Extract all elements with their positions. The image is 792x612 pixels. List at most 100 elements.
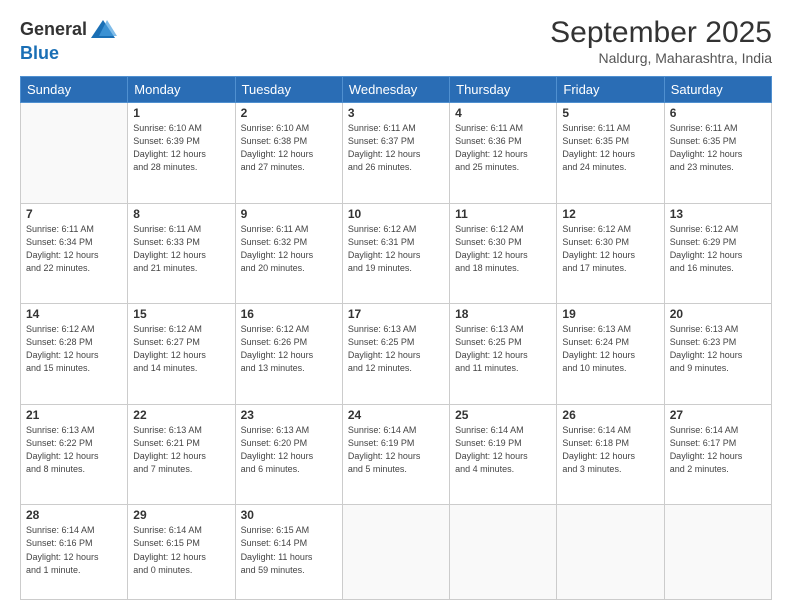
week-row-3: 14Sunrise: 6:12 AM Sunset: 6:28 PM Dayli… <box>21 304 772 405</box>
day-info: Sunrise: 6:12 AM Sunset: 6:29 PM Dayligh… <box>670 223 766 275</box>
day-info: Sunrise: 6:11 AM Sunset: 6:34 PM Dayligh… <box>26 223 122 275</box>
day-number: 3 <box>348 106 444 120</box>
day-cell: 6 Sunrise: 6:11 AM Sunset: 6:35 PM Daylig… <box>664 103 771 204</box>
day-number: 27 <box>670 408 766 422</box>
day-info: Sunrise: 6:13 AM Sunset: 6:25 PM Dayligh… <box>348 323 444 375</box>
day-info: Sunrise: 6:11 AM Sunset: 6:32 PM Dayligh… <box>241 223 337 275</box>
logo-general: General <box>20 20 87 40</box>
day-cell <box>342 505 449 600</box>
day-info: Sunrise: 6:14 AM Sunset: 6:16 PM Dayligh… <box>26 524 122 576</box>
day-info: Sunrise: 6:10 AM Sunset: 6:39 PM Dayligh… <box>133 122 229 174</box>
day-info: Sunrise: 6:14 AM Sunset: 6:17 PM Dayligh… <box>670 424 766 476</box>
day-number: 12 <box>562 207 658 221</box>
day-cell: 17 Sunrise: 6:13 AM Sunset: 6:25 PM Dayli… <box>342 304 449 405</box>
logo: General Blue <box>20 16 117 64</box>
day-cell: 28 Sunrise: 6:14 AM Sunset: 6:16 PM Dayli… <box>21 505 128 600</box>
day-cell: 11 Sunrise: 6:12 AM Sunset: 6:30 PM Dayli… <box>450 203 557 304</box>
day-info: Sunrise: 6:10 AM Sunset: 6:38 PM Dayligh… <box>241 122 337 174</box>
col-header-friday: Friday <box>557 77 664 103</box>
day-number: 25 <box>455 408 551 422</box>
day-number: 17 <box>348 307 444 321</box>
day-number: 20 <box>670 307 766 321</box>
location-title: Naldurg, Maharashtra, India <box>550 50 772 66</box>
day-cell <box>450 505 557 600</box>
day-number: 29 <box>133 508 229 522</box>
day-number: 2 <box>241 106 337 120</box>
day-number: 28 <box>26 508 122 522</box>
day-info: Sunrise: 6:13 AM Sunset: 6:20 PM Dayligh… <box>241 424 337 476</box>
day-number: 18 <box>455 307 551 321</box>
day-cell: 15 Sunrise: 6:12 AM Sunset: 6:27 PM Dayli… <box>128 304 235 405</box>
day-cell: 30 Sunrise: 6:15 AM Sunset: 6:14 PM Dayli… <box>235 505 342 600</box>
day-number: 4 <box>455 106 551 120</box>
day-info: Sunrise: 6:12 AM Sunset: 6:27 PM Dayligh… <box>133 323 229 375</box>
calendar-table: SundayMondayTuesdayWednesdayThursdayFrid… <box>20 76 772 600</box>
day-cell: 13 Sunrise: 6:12 AM Sunset: 6:29 PM Dayli… <box>664 203 771 304</box>
day-cell: 21Sunrise: 6:13 AM Sunset: 6:22 PM Dayli… <box>21 404 128 505</box>
day-cell: 2 Sunrise: 6:10 AM Sunset: 6:38 PM Daylig… <box>235 103 342 204</box>
day-number: 24 <box>348 408 444 422</box>
day-number: 5 <box>562 106 658 120</box>
col-header-tuesday: Tuesday <box>235 77 342 103</box>
title-block: September 2025 Naldurg, Maharashtra, Ind… <box>550 16 772 66</box>
day-cell <box>21 103 128 204</box>
day-cell: 18 Sunrise: 6:13 AM Sunset: 6:25 PM Dayli… <box>450 304 557 405</box>
logo-blue: Blue <box>20 43 59 63</box>
day-cell: 1 Sunrise: 6:10 AM Sunset: 6:39 PM Daylig… <box>128 103 235 204</box>
month-title: September 2025 <box>550 16 772 50</box>
day-info: Sunrise: 6:14 AM Sunset: 6:18 PM Dayligh… <box>562 424 658 476</box>
day-info: Sunrise: 6:13 AM Sunset: 6:21 PM Dayligh… <box>133 424 229 476</box>
day-number: 22 <box>133 408 229 422</box>
day-cell: 19 Sunrise: 6:13 AM Sunset: 6:24 PM Dayli… <box>557 304 664 405</box>
day-number: 13 <box>670 207 766 221</box>
day-info: Sunrise: 6:14 AM Sunset: 6:19 PM Dayligh… <box>348 424 444 476</box>
week-row-4: 21Sunrise: 6:13 AM Sunset: 6:22 PM Dayli… <box>21 404 772 505</box>
calendar-header-row: SundayMondayTuesdayWednesdayThursdayFrid… <box>21 77 772 103</box>
day-number: 6 <box>670 106 766 120</box>
day-info: Sunrise: 6:11 AM Sunset: 6:33 PM Dayligh… <box>133 223 229 275</box>
day-number: 19 <box>562 307 658 321</box>
day-number: 11 <box>455 207 551 221</box>
day-cell: 7Sunrise: 6:11 AM Sunset: 6:34 PM Daylig… <box>21 203 128 304</box>
day-number: 1 <box>133 106 229 120</box>
day-cell: 26 Sunrise: 6:14 AM Sunset: 6:18 PM Dayli… <box>557 404 664 505</box>
col-header-saturday: Saturday <box>664 77 771 103</box>
week-row-2: 7Sunrise: 6:11 AM Sunset: 6:34 PM Daylig… <box>21 203 772 304</box>
day-cell: 12 Sunrise: 6:12 AM Sunset: 6:30 PM Dayli… <box>557 203 664 304</box>
day-info: Sunrise: 6:12 AM Sunset: 6:30 PM Dayligh… <box>455 223 551 275</box>
day-info: Sunrise: 6:13 AM Sunset: 6:24 PM Dayligh… <box>562 323 658 375</box>
day-cell: 27 Sunrise: 6:14 AM Sunset: 6:17 PM Dayli… <box>664 404 771 505</box>
day-cell: 9Sunrise: 6:11 AM Sunset: 6:32 PM Daylig… <box>235 203 342 304</box>
logo-icon <box>89 16 117 44</box>
day-cell: 22 Sunrise: 6:13 AM Sunset: 6:21 PM Dayli… <box>128 404 235 505</box>
day-cell: 14Sunrise: 6:12 AM Sunset: 6:28 PM Dayli… <box>21 304 128 405</box>
day-info: Sunrise: 6:11 AM Sunset: 6:35 PM Dayligh… <box>562 122 658 174</box>
day-number: 10 <box>348 207 444 221</box>
day-number: 23 <box>241 408 337 422</box>
day-cell: 10 Sunrise: 6:12 AM Sunset: 6:31 PM Dayli… <box>342 203 449 304</box>
day-cell: 3Sunrise: 6:11 AM Sunset: 6:37 PM Daylig… <box>342 103 449 204</box>
day-number: 26 <box>562 408 658 422</box>
day-cell: 4 Sunrise: 6:11 AM Sunset: 6:36 PM Daylig… <box>450 103 557 204</box>
col-header-monday: Monday <box>128 77 235 103</box>
col-header-sunday: Sunday <box>21 77 128 103</box>
page: General Blue September 2025 Naldurg, Mah… <box>0 0 792 612</box>
day-number: 8 <box>133 207 229 221</box>
day-cell <box>557 505 664 600</box>
day-info: Sunrise: 6:14 AM Sunset: 6:15 PM Dayligh… <box>133 524 229 576</box>
day-info: Sunrise: 6:11 AM Sunset: 6:36 PM Dayligh… <box>455 122 551 174</box>
day-number: 15 <box>133 307 229 321</box>
day-info: Sunrise: 6:11 AM Sunset: 6:35 PM Dayligh… <box>670 122 766 174</box>
day-info: Sunrise: 6:12 AM Sunset: 6:28 PM Dayligh… <box>26 323 122 375</box>
day-info: Sunrise: 6:13 AM Sunset: 6:23 PM Dayligh… <box>670 323 766 375</box>
day-cell: 20 Sunrise: 6:13 AM Sunset: 6:23 PM Dayli… <box>664 304 771 405</box>
day-info: Sunrise: 6:14 AM Sunset: 6:19 PM Dayligh… <box>455 424 551 476</box>
day-info: Sunrise: 6:12 AM Sunset: 6:30 PM Dayligh… <box>562 223 658 275</box>
day-info: Sunrise: 6:12 AM Sunset: 6:26 PM Dayligh… <box>241 323 337 375</box>
day-cell: 8 Sunrise: 6:11 AM Sunset: 6:33 PM Daylig… <box>128 203 235 304</box>
day-info: Sunrise: 6:13 AM Sunset: 6:22 PM Dayligh… <box>26 424 122 476</box>
day-info: Sunrise: 6:15 AM Sunset: 6:14 PM Dayligh… <box>241 524 337 576</box>
day-info: Sunrise: 6:13 AM Sunset: 6:25 PM Dayligh… <box>455 323 551 375</box>
day-number: 30 <box>241 508 337 522</box>
day-info: Sunrise: 6:12 AM Sunset: 6:31 PM Dayligh… <box>348 223 444 275</box>
